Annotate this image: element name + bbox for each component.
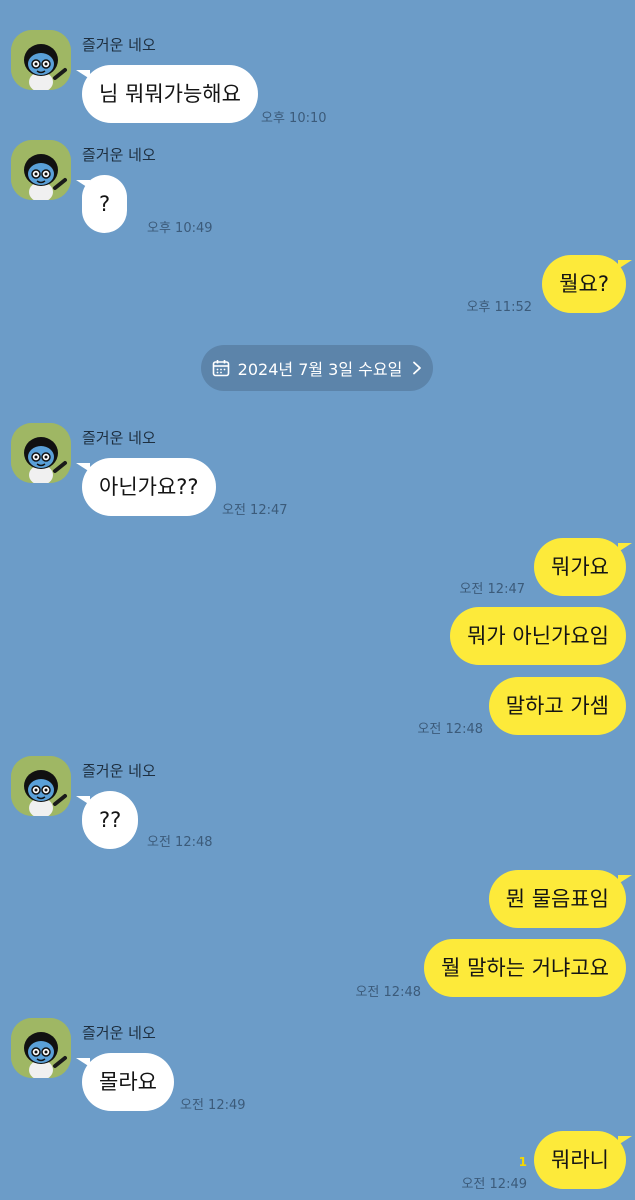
- message-time: 오전 12:48: [147, 835, 213, 850]
- neo-avatar-icon: [11, 423, 71, 483]
- unread-count: 1: [518, 1155, 527, 1169]
- avatar[interactable]: [11, 756, 71, 816]
- message-time: 오전 12:47: [459, 582, 525, 597]
- message-bubble[interactable]: 몰라요: [82, 1053, 174, 1111]
- message-time: 오후 10:10: [261, 111, 327, 126]
- message-time: 오후 11:52: [466, 300, 532, 315]
- message-bubble[interactable]: ?: [82, 175, 128, 233]
- message-time: 오전 12:48: [355, 985, 421, 1000]
- message-time: 오전 12:47: [222, 503, 288, 518]
- message-bubble[interactable]: 아닌가요??: [82, 458, 216, 516]
- sender-name: 즐거운 네오: [82, 429, 156, 447]
- message-bubble[interactable]: 뭔 물음표임: [488, 870, 626, 928]
- message-bubble[interactable]: 뭐가요: [534, 538, 626, 596]
- sender-name: 즐거운 네오: [82, 146, 156, 164]
- neo-avatar-icon: [11, 30, 71, 90]
- message-bubble[interactable]: 말하고 가셈: [488, 677, 626, 735]
- message-bubble[interactable]: ??: [82, 791, 139, 849]
- date-divider-label: 2024년 7월 3일 수요일: [237, 360, 403, 379]
- avatar[interactable]: [11, 423, 71, 483]
- bubble-tail: [618, 875, 632, 884]
- message-time: 오전 12:49: [180, 1098, 246, 1113]
- sender-name: 즐거운 네오: [82, 762, 156, 780]
- avatar[interactable]: [11, 1018, 71, 1078]
- message-bubble[interactable]: 뭘 말하는 거냐고요: [424, 939, 626, 997]
- bubble-tail: [618, 543, 632, 552]
- date-divider[interactable]: 2024년 7월 3일 수요일: [201, 345, 433, 391]
- neo-avatar-icon: [11, 1018, 71, 1078]
- neo-avatar-icon: [11, 756, 71, 816]
- avatar[interactable]: [11, 140, 71, 200]
- message-bubble[interactable]: 님 뭐뭐가능해요: [82, 65, 258, 123]
- sender-name: 즐거운 네오: [82, 1024, 156, 1042]
- bubble-tail: [618, 1136, 632, 1145]
- message-bubble[interactable]: 뭘요?: [542, 255, 626, 313]
- message-time: 오전 12:48: [417, 722, 483, 737]
- message-time: 오후 10:49: [147, 221, 213, 236]
- sender-name: 즐거운 네오: [82, 36, 156, 54]
- calendar-icon: [212, 360, 229, 377]
- avatar[interactable]: [11, 30, 71, 90]
- neo-avatar-icon: [11, 140, 71, 200]
- bubble-tail: [618, 260, 632, 269]
- message-bubble[interactable]: 뭐라니: [534, 1131, 626, 1189]
- message-bubble[interactable]: 뭐가 아닌가요임: [450, 607, 626, 665]
- message-time: 오전 12:49: [461, 1177, 527, 1192]
- chevron-right-icon: [413, 361, 422, 375]
